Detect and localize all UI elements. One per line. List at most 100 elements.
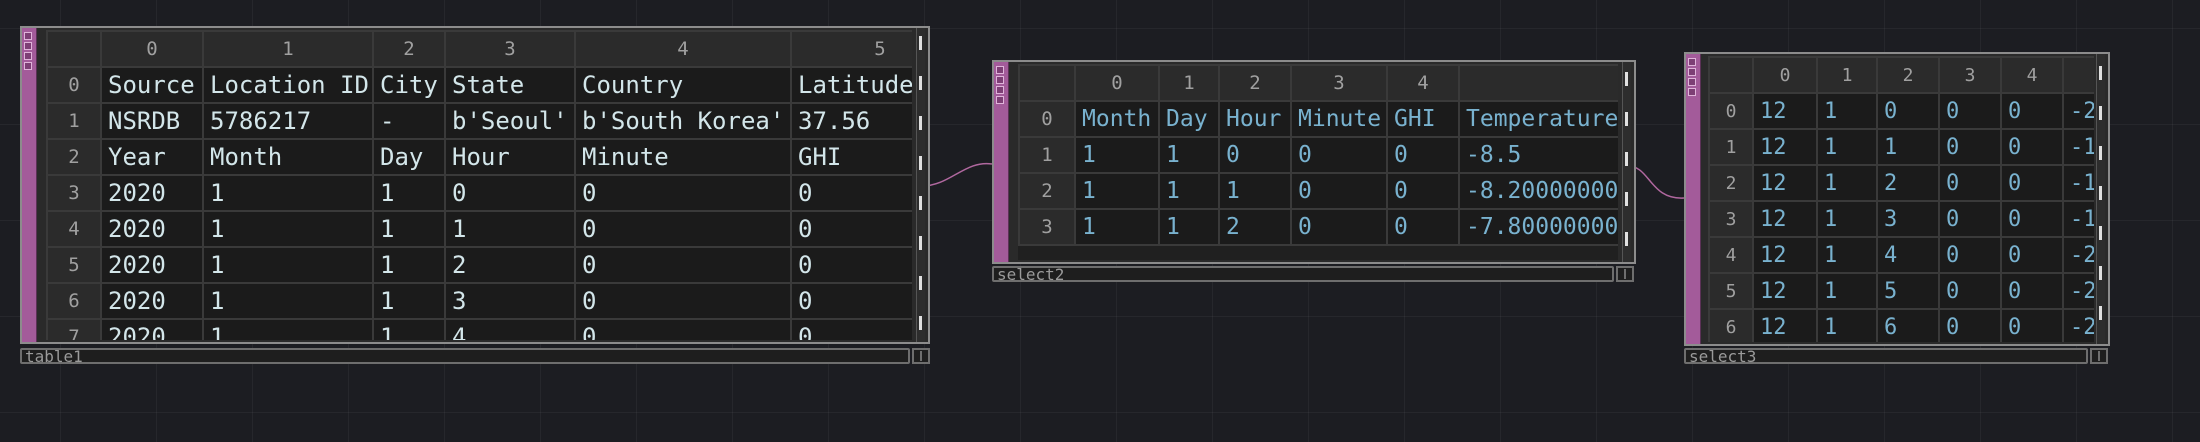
select2-node[interactable]: 0123450MonthDayHourMinuteGHITemperature1… (992, 60, 1636, 290)
table-cell: 0 (1290, 208, 1388, 246)
table-cell: 1 (1816, 164, 1878, 202)
column-header: 2 (1218, 64, 1292, 102)
table-row: 3 2020 1 1 0 0 0 (46, 174, 912, 212)
table-cell: 1 (1876, 128, 1940, 166)
table-cell: 0 (1386, 172, 1460, 210)
table-cell: 0 (790, 210, 912, 248)
flag-icon[interactable] (996, 86, 1004, 94)
flag-icon[interactable] (1688, 78, 1696, 86)
viewer-toggle-icon[interactable] (1616, 266, 1634, 282)
flag-icon[interactable] (996, 96, 1004, 104)
row-header: 4 (1708, 236, 1754, 274)
table-cell: 6 (1876, 308, 1940, 342)
select2-scrollbar[interactable] (1622, 62, 1631, 262)
table-cell: -1 (2062, 200, 2094, 238)
viewer-toggle-icon[interactable] (2090, 348, 2108, 364)
table-row: 0 Month Day Hour Minute GHI Temperature (1018, 100, 1618, 138)
table-cell: 0 (2000, 164, 2064, 202)
flag-icon[interactable] (24, 32, 32, 40)
viewer-toggle-icon[interactable] (912, 348, 930, 364)
flag-icon[interactable] (1688, 68, 1696, 76)
select3-viewport[interactable]: 0 1 2 3 4 0 12 1 0 0 0 -2 1 12 1 1 0 0 -1 2 12 1 2 0 0 -1 3 12 1 3 0 0-… (1708, 56, 2094, 342)
table-cell: 0 (2000, 128, 2064, 166)
flag-icon[interactable] (24, 42, 32, 50)
table-cell: 1 (1074, 136, 1160, 174)
row-header: 1 (1018, 136, 1076, 174)
table1-frame: 0 1 2 3 4 5 0 Source Location ID City State Country… (20, 26, 930, 344)
table-cell: 1 (1218, 172, 1292, 210)
row-header: 1 (1708, 128, 1754, 166)
table-row: 1 1 1 0 0 0 -8.5 (1018, 136, 1618, 174)
table-cell: 0 (1938, 164, 2002, 202)
table-cell: 2020 (100, 210, 204, 248)
wire-table1-to-select2 (921, 162, 993, 187)
table1-flag-bar[interactable] (22, 28, 37, 342)
select2-flag-bar[interactable] (994, 62, 1009, 262)
table1-viewport[interactable]: 0 1 2 3 4 5 0 Source Location ID City State Country… (46, 30, 912, 340)
table-cell: 5786217 (202, 102, 374, 140)
table-cell: -7.80000000 (1458, 208, 1618, 246)
table-cell: -8.20000000 (1458, 172, 1618, 210)
table-row: 0 12 1 0 0 0 -2 (1708, 92, 2094, 130)
table-cell: 12 (1752, 236, 1818, 274)
column-header: 4 (2000, 56, 2064, 94)
flag-icon[interactable] (24, 62, 32, 70)
flag-icon[interactable] (1688, 88, 1696, 96)
select2-viewport[interactable]: 0123450MonthDayHourMinuteGHITemperature1… (1018, 64, 1618, 260)
table-cell: 0 (2000, 92, 2064, 130)
scroll-indicator (919, 236, 922, 250)
scroll-indicator (919, 116, 922, 130)
scroll-indicator (919, 276, 922, 290)
scroll-indicator (919, 36, 922, 50)
select3-flag-bar[interactable] (1686, 54, 1701, 344)
table-cell: 1 (202, 210, 374, 248)
table-cell: 2 (444, 246, 576, 284)
scroll-indicator (919, 196, 922, 210)
row-header: 6 (1708, 308, 1754, 342)
select2-data-table: 0123450MonthDayHourMinuteGHITemperature1… (1018, 64, 1618, 246)
table-row: 4 2020 1 1 1 0 0 (46, 210, 912, 248)
table-cell: NSRDB (100, 102, 204, 140)
table-cell: 0 (2000, 236, 2064, 274)
table-cell: Day (372, 138, 446, 176)
table-cell: Minute (574, 138, 792, 176)
table-row: 1 12 1 1 0 0 -1 (1708, 128, 2094, 166)
table-cell: 0 (1938, 308, 2002, 342)
table-cell: Country (574, 66, 792, 104)
flag-icon[interactable] (996, 66, 1004, 74)
table-cell: 1 (372, 318, 446, 340)
table-cell: Minute (1290, 100, 1388, 138)
row-header: 0 (1708, 92, 1754, 130)
scroll-indicator (1625, 72, 1628, 86)
table-cell: 0 (1290, 136, 1388, 174)
select2-name-label[interactable]: select2 (992, 266, 1614, 283)
table-cell: Year (100, 138, 204, 176)
flag-icon[interactable] (24, 52, 32, 60)
table-cell: 0 (574, 246, 792, 284)
table-cell: 1 (1816, 92, 1878, 130)
row-header: 3 (1018, 208, 1076, 246)
table-cell: 0 (1876, 92, 1940, 130)
table-cell: 1 (1816, 200, 1878, 238)
flag-icon[interactable] (996, 76, 1004, 84)
table-cell: 1 (1158, 172, 1220, 210)
table-cell: 12 (1752, 308, 1818, 342)
select3-scrollbar[interactable] (2096, 54, 2105, 344)
table-cell: 0 (1290, 172, 1388, 210)
select3-frame: 0 1 2 3 4 0 12 1 0 0 0 -2 1 12 1 1 0 0 -1 2 12 1 2 0 0 -1 3 12 1 3 0 0-… (1684, 52, 2110, 346)
table-cell: 2 (1218, 208, 1292, 246)
table1-name-label[interactable]: table1 (20, 348, 910, 365)
table1-scrollbar[interactable] (916, 28, 925, 342)
table-cell: 0 (574, 174, 792, 212)
table1-node[interactable]: 0 1 2 3 4 5 0 Source Location ID City State Country… (20, 26, 930, 366)
flag-icon[interactable] (1688, 58, 1696, 66)
row-header: 1 (46, 102, 102, 140)
select3-node[interactable]: 0 1 2 3 4 0 12 1 0 0 0 -2 1 12 1 1 0 0 -1 2 12 1 2 0 0 -1 3 12 1 3 0 0-… (1684, 52, 2110, 372)
table-cell: 12 (1752, 128, 1818, 166)
table-cell: Hour (444, 138, 576, 176)
row-header: 2 (1708, 164, 1754, 202)
scroll-indicator (2099, 106, 2102, 120)
scroll-indicator (1625, 192, 1628, 206)
table-cell: 0 (1218, 136, 1292, 174)
select3-name-label[interactable]: select3 (1684, 348, 2088, 365)
